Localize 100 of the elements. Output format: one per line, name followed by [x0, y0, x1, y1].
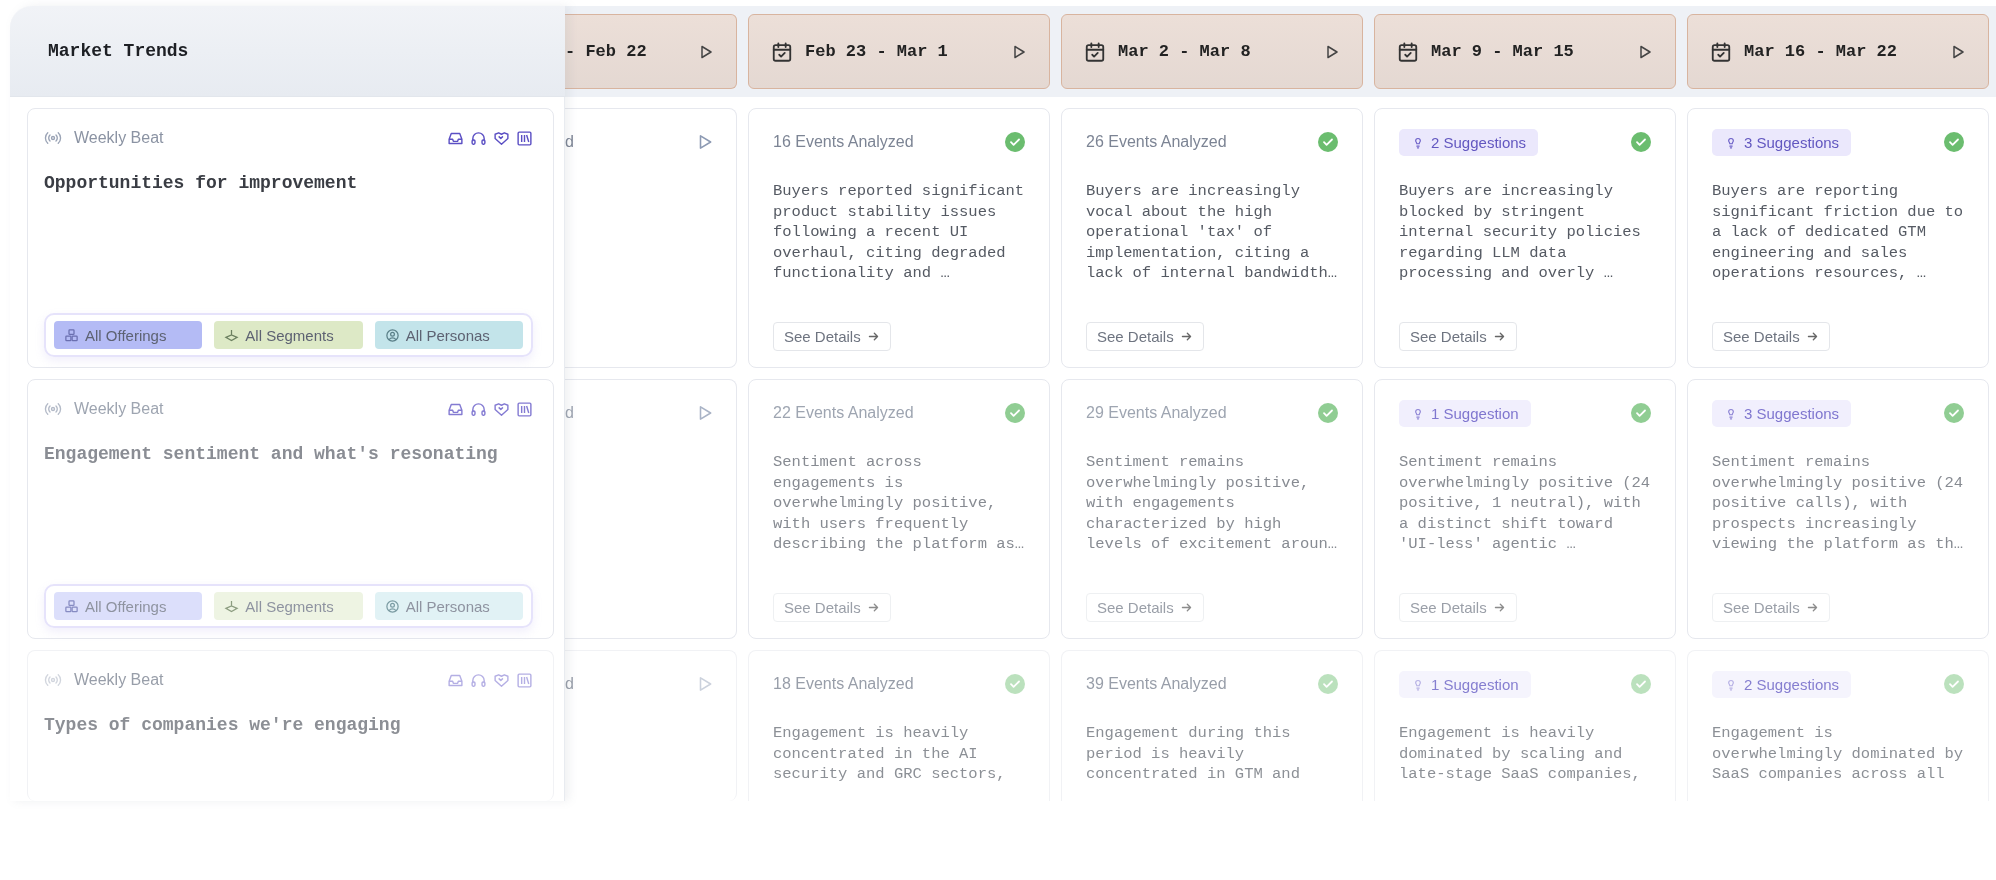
calendar-icon [1397, 40, 1419, 63]
week-button[interactable]: Mar 9 - Mar 15 [1374, 14, 1676, 89]
user-icon [384, 327, 400, 343]
week-card[interactable]: 3 Suggestions Sentiment remains overwhelmingly positive (24 positive calls), with prospects increasingly viewing the platform as th… See Details [1687, 379, 1989, 639]
events-count: d [565, 404, 574, 422]
arrow-right-icon [1805, 330, 1819, 343]
arrow-right-icon [1492, 330, 1506, 343]
week-card[interactable]: 26 Events Analyzed Buyers are increasingly vocal about the high operational 'tax' of implementation, citing a lack of internal bandwidth… See Details [1061, 108, 1363, 368]
week-card[interactable]: d [565, 108, 737, 368]
week-card[interactable]: 3 Suggestions Buyers are reporting significant friction due to a lack of dedicated GTM engineering and sales operations resources, … See Details [1687, 108, 1989, 368]
week-button[interactable]: Mar 2 - Mar 8 [1061, 14, 1363, 89]
beat-title: Types of companies we're engaging [44, 715, 402, 737]
book-icon [516, 671, 533, 689]
suggestions-badge[interactable]: 2 Suggestions [1399, 128, 1539, 156]
arrow-right-icon [1492, 601, 1506, 614]
user-icon [384, 598, 400, 614]
beat-title: Engagement sentiment and what's resonating [44, 444, 499, 466]
arrow-right-icon [1805, 601, 1819, 614]
calendar-icon [771, 40, 793, 63]
layers-icon [224, 598, 240, 614]
see-details-button[interactable]: See Details [773, 322, 891, 351]
filter-chip[interactable]: All Segments [214, 321, 363, 349]
summary-text: Engagement is overwhelmingly dominated by SaaS companies across all [1712, 723, 1964, 785]
filter-chip[interactable]: All Offerings [54, 592, 203, 620]
play-icon [1637, 43, 1653, 60]
events-count: 16 Events Analyzed [773, 133, 914, 151]
see-details-button[interactable]: See Details [1399, 593, 1517, 622]
cubes-icon [64, 327, 79, 343]
see-details-button[interactable]: See Details [1086, 322, 1204, 351]
week-card[interactable]: 2 Suggestions Engagement is overwhelmingly dominated by SaaS companies across all [1687, 650, 1989, 801]
week-card[interactable]: 39 Events Analyzed Engagement during this period is heavily concentrated in GTM and [1061, 650, 1363, 801]
week-card[interactable]: 18 Events Analyzed Engagement is heavily concentrated in the AI security and GRC sectors, [748, 650, 1050, 801]
suggestions-badge[interactable]: 3 Suggestions [1712, 128, 1852, 156]
beat-title: Opportunities for improvement [44, 173, 359, 195]
beat-label: Weekly Beat [74, 400, 164, 418]
beat-label: Weekly Beat [74, 129, 164, 147]
week-card[interactable]: 16 Events Analyzed Buyers reported significant product stability issues following a recent UI overhaul, citing degraded functionality and … See Details [748, 108, 1050, 368]
arrow-right-icon [1179, 330, 1193, 343]
filter-chip[interactable]: All Segments [214, 592, 363, 620]
play-icon [1950, 43, 1966, 60]
play-icon [698, 43, 714, 60]
broadcast-icon [44, 400, 62, 418]
summary-text: Buyers are increasingly vocal about the high operational 'tax' of implementation, citing a lack of internal bandwidth… [1086, 181, 1338, 284]
see-details-button[interactable]: See Details [1712, 322, 1830, 351]
see-details-button[interactable]: See Details [773, 593, 891, 622]
summary-text: Sentiment remains overwhelmingly positive (24 positive, 1 neutral), with a distinct shift toward 'UI-less' agentic … [1399, 452, 1651, 555]
cubes-icon [64, 598, 79, 614]
summary-text: Engagement during this period is heavily concentrated in GTM and [1086, 723, 1301, 785]
filter-chip[interactable]: All Personas [374, 321, 523, 349]
broadcast-icon [44, 129, 62, 147]
week-card[interactable]: 29 Events Analyzed Sentiment remains overwhelmingly positive, with engagements characterized by high levels of excitement aroun… See Details [1061, 379, 1363, 639]
arrow-right-icon [1179, 601, 1193, 614]
week-button[interactable]: Feb 23 - Mar 1 [748, 14, 1050, 89]
summary-text: Engagement is heavily dominated by scaling and late-stage SaaS companies, [1399, 723, 1642, 785]
book-icon [516, 129, 533, 147]
events-count: 18 Events Analyzed [773, 675, 914, 693]
see-details-button[interactable]: See Details [1712, 593, 1830, 622]
suggestions-badge[interactable]: 2 Suggestions [1712, 670, 1852, 698]
arrow-right-icon [866, 330, 880, 343]
calendar-icon [1084, 40, 1106, 63]
broadcast-icon [44, 671, 62, 689]
beat-card[interactable]: Weekly Beat Types of companies we're engaging [27, 650, 554, 801]
summary-text: Sentiment across engagements is overwhelmingly positive, with users frequently describing the platform as… [773, 452, 1025, 555]
summary-text: Sentiment remains overwhelmingly positive, with engagements characterized by high levels of excitement aroun… [1086, 452, 1338, 555]
see-details-button[interactable]: See Details [1086, 593, 1204, 622]
beat-label: Weekly Beat [74, 671, 164, 689]
events-count: d [565, 133, 574, 151]
events-count: 22 Events Analyzed [773, 404, 914, 422]
summary-text: Engagement is heavily concentrated in the AI security and GRC sectors, [773, 723, 1007, 785]
beat-card[interactable]: Weekly Beat Engagement sentiment and what's resonating All Offerings All Segments All Personas [27, 379, 554, 639]
events-count: 39 Events Analyzed [1086, 675, 1227, 693]
beat-card[interactable]: Weekly Beat Opportunities for improvement All Offerings All Segments All Personas [27, 108, 554, 368]
book-icon [516, 400, 533, 418]
week-card[interactable]: 22 Events Analyzed Sentiment across engagements is overwhelmingly positive, with users frequently describing the platform as… See Details [748, 379, 1050, 639]
filter-chip[interactable]: All Personas [374, 592, 523, 620]
week-card[interactable]: 1 Suggestion Sentiment remains overwhelmingly positive (24 positive, 1 neutral), with a distinct shift toward 'UI-less' agentic … See Details [1374, 379, 1676, 639]
week-button[interactable]: Mar 16 - Mar 22 [1687, 14, 1989, 89]
week-card[interactable]: d [565, 650, 737, 801]
suggestions-badge[interactable]: 3 Suggestions [1712, 399, 1852, 427]
layers-icon [224, 327, 240, 343]
summary-text: Buyers are increasingly blocked by stringent internal security policies regarding LLM data processing and overly … [1399, 181, 1642, 284]
panel-title: Market Trends [48, 41, 189, 61]
week-button[interactable]: - Feb 22 [565, 14, 737, 89]
play-icon [1011, 43, 1027, 60]
summary-text: Sentiment remains overwhelmingly positive (24 positive calls), with prospects increasingly viewing the platform as th… [1712, 452, 1964, 555]
headset-icon [470, 400, 487, 418]
calendar-icon [1710, 40, 1732, 63]
filter-chip[interactable]: All Offerings [54, 321, 203, 349]
week-card[interactable]: 2 Suggestions Buyers are increasingly blocked by stringent internal security policies regarding LLM data processing and overly … See Details [1374, 108, 1676, 368]
play-icon [1324, 43, 1340, 60]
see-details-button[interactable]: See Details [1399, 322, 1517, 351]
events-count: 26 Events Analyzed [1086, 133, 1227, 151]
week-card[interactable]: 1 Suggestion Engagement is heavily dominated by scaling and late-stage SaaS companies, [1374, 650, 1676, 801]
headset-icon [470, 129, 487, 147]
week-card[interactable]: d [565, 379, 737, 639]
suggestions-badge[interactable]: 1 Suggestion [1399, 399, 1531, 427]
arrow-right-icon [866, 601, 880, 614]
events-count: d [565, 675, 574, 693]
summary-text: Buyers reported significant product stability issues following a recent UI overhaul, citing degraded functionality and … [773, 181, 1025, 284]
suggestions-badge[interactable]: 1 Suggestion [1399, 670, 1531, 698]
